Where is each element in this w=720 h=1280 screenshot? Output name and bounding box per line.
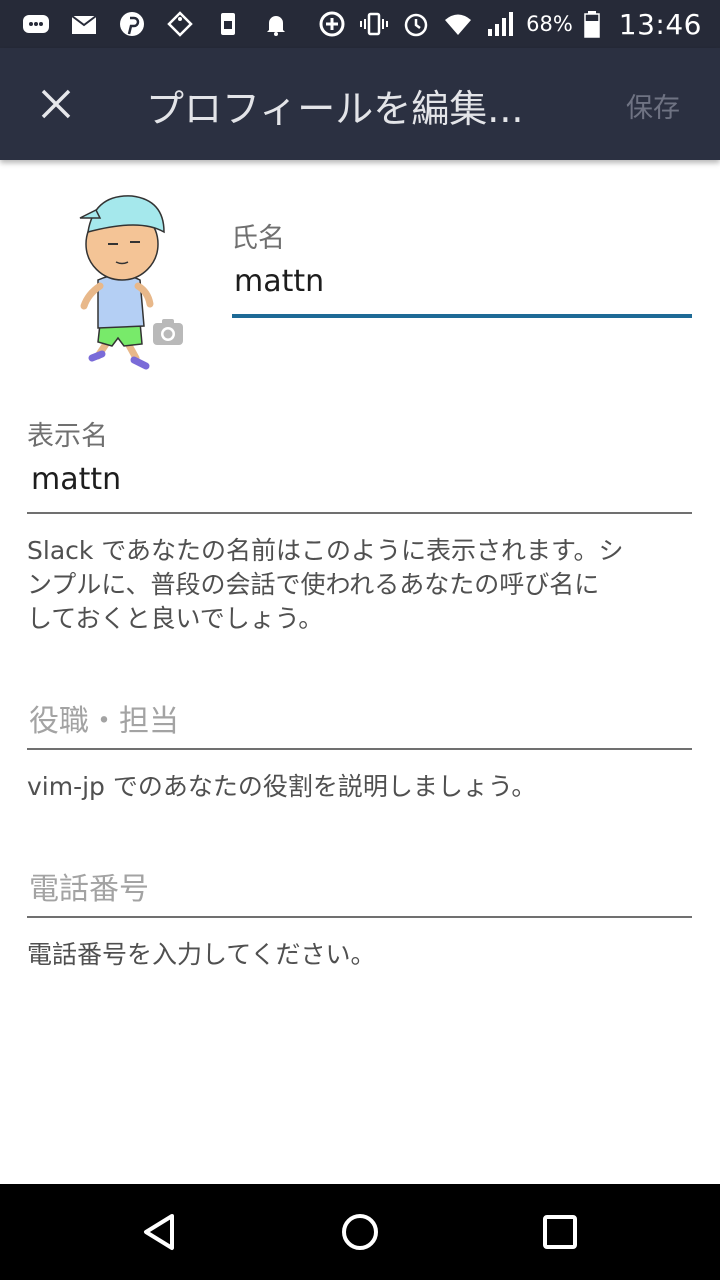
wifi-icon xyxy=(442,8,474,40)
display-name-helper-line: しておくと良いでしょう。 xyxy=(27,604,324,633)
close-icon xyxy=(41,89,71,119)
title-helper: vim-jp でのあなたの役割を説明しましょう。 xyxy=(27,772,537,801)
recents-button[interactable] xyxy=(530,1202,590,1262)
signal-icon xyxy=(484,8,516,40)
recents-icon xyxy=(543,1215,577,1249)
vibrate-icon xyxy=(358,8,390,40)
status-bar: 68% 13:46 xyxy=(0,0,720,48)
screen: 68% 13:46 プロフィールを編集... 保存 氏名 mattn 表示名 m… xyxy=(0,0,720,1280)
battery-percent: 68% xyxy=(526,12,573,36)
back-button[interactable] xyxy=(130,1202,190,1262)
back-icon xyxy=(144,1214,174,1250)
display-name-helper: Slack であなたの名前はこのように表示されます。シ ンプルに、普段の会話で使… xyxy=(27,534,697,636)
sim-icon xyxy=(212,8,244,40)
notification-icons xyxy=(20,8,292,40)
navigation-bar xyxy=(0,1184,720,1280)
home-button[interactable] xyxy=(330,1202,390,1262)
au-mail-icon xyxy=(68,8,100,40)
full-name-input[interactable]: mattn xyxy=(234,264,324,299)
page-title: プロフィールを編集... xyxy=(146,87,524,131)
phone-input[interactable]: 電話番号 xyxy=(29,864,149,908)
message-icon xyxy=(20,8,52,40)
pinterest-icon xyxy=(116,8,148,40)
tag-icon xyxy=(164,8,196,40)
display-name-helper-line: Slack であなたの名前はこのように表示されます。シ xyxy=(27,536,624,565)
avatar[interactable] xyxy=(70,188,196,374)
data-saver-icon xyxy=(316,8,348,40)
bell-icon xyxy=(260,8,292,40)
camera-icon xyxy=(153,319,183,345)
save-button[interactable]: 保存 xyxy=(626,86,680,125)
full-name-underline xyxy=(232,314,692,318)
system-icons: 68% 13:46 xyxy=(316,8,702,41)
title-underline xyxy=(27,748,692,750)
display-name-label: 表示名 xyxy=(27,421,108,452)
battery-icon xyxy=(583,8,601,40)
alarm-icon xyxy=(400,8,432,40)
phone-underline xyxy=(27,916,692,918)
display-name-underline xyxy=(27,512,692,514)
display-name-helper-line: ンプルに、普段の会話で使われるあなたの呼び名に xyxy=(27,570,600,599)
full-name-label: 氏名 xyxy=(231,223,285,254)
camera-button[interactable] xyxy=(146,310,190,354)
close-button[interactable] xyxy=(20,74,92,134)
home-icon xyxy=(342,1214,378,1250)
display-name-input[interactable]: mattn xyxy=(31,462,121,497)
title-input[interactable]: 役職・担当 xyxy=(29,696,179,740)
app-bar: プロフィールを編集... 保存 xyxy=(0,48,720,160)
clock: 13:46 xyxy=(618,7,702,41)
phone-helper: 電話番号を入力してください。 xyxy=(27,940,376,969)
